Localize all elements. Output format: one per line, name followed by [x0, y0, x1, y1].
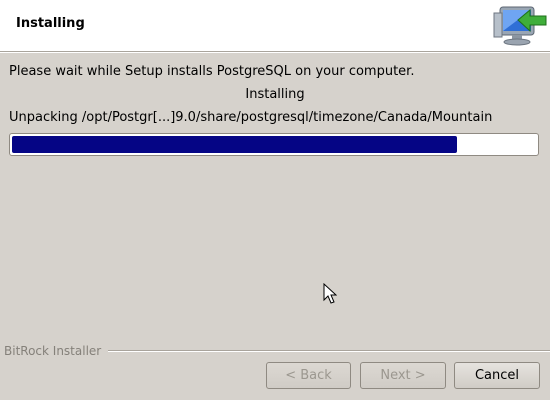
back-button[interactable]: < Back [266, 362, 351, 389]
progress-fill [12, 136, 457, 153]
install-progress-bar [9, 133, 539, 156]
page-title: Installing [16, 16, 85, 31]
header-divider [0, 52, 550, 53]
progress-detail: Unpacking /opt/Postgr[...]9.0/share/post… [9, 110, 493, 125]
brand-label: BitRock Installer [4, 344, 102, 358]
install-message: Please wait while Setup installs Postgre… [9, 64, 415, 79]
status-label: Installing [245, 87, 305, 102]
cancel-button[interactable]: Cancel [454, 362, 540, 389]
header-banner: Installing [0, 0, 550, 52]
footer-divider [108, 350, 550, 352]
installer-computer-icon [493, 6, 547, 46]
next-button[interactable]: Next > [360, 362, 446, 389]
mouse-pointer-icon [323, 283, 337, 304]
